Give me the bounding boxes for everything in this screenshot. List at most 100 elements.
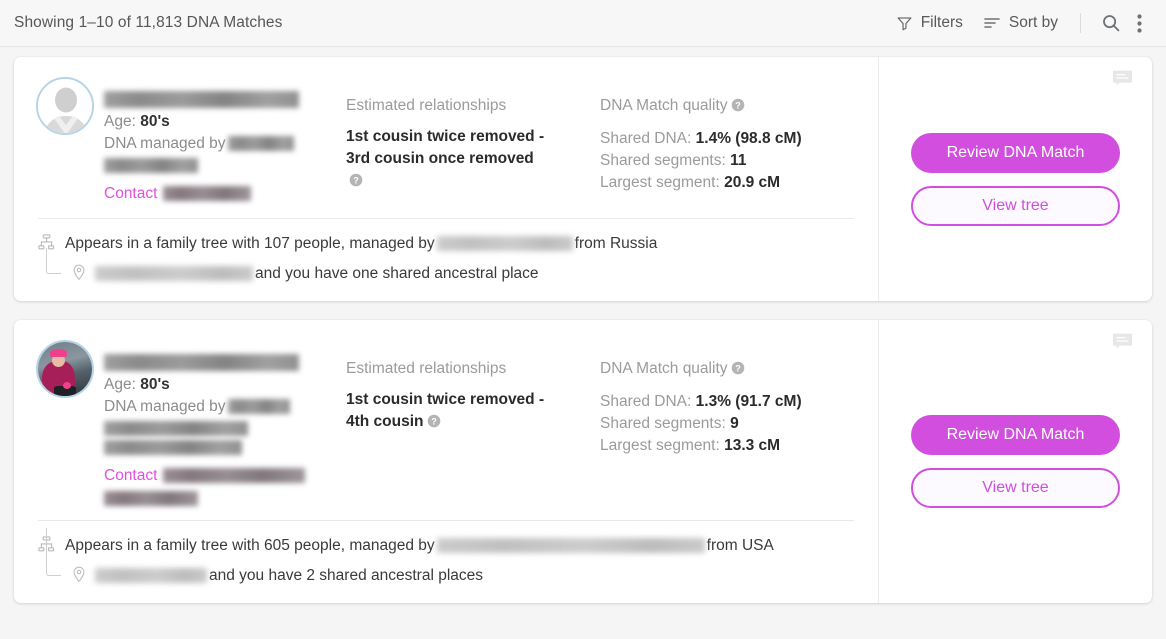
match-identity: Age: 80's DNA managed by Contact (94, 334, 346, 506)
estimated-relationships-label: Estimated relationships (346, 360, 507, 377)
managed-by-label: DNA managed by (104, 135, 226, 152)
tree-connector-line (46, 528, 61, 576)
dna-match-card[interactable]: Age: 80's DNA managed by Contact Estimat… (14, 320, 1152, 603)
family-tree-text: Appears in a family tree with 107 people… (65, 235, 658, 252)
family-tree-info: Appears in a family tree with 605 people… (32, 521, 860, 587)
shared-dna-row: Shared DNA: 1.3% (91.7 cM) (600, 393, 802, 410)
view-tree-button[interactable]: View tree (911, 468, 1120, 508)
svg-text:?: ? (735, 100, 741, 110)
largest-segment-row: Largest segment: 13.3 cM (600, 437, 781, 454)
shared-dna-row: Shared DNA: 1.4% (98.8 cM) (600, 130, 802, 147)
match-name-redacted (104, 354, 299, 371)
avatar-container (32, 334, 94, 506)
quality-help-icon[interactable]: ? (731, 98, 745, 117)
place-name-redacted (95, 568, 207, 584)
message-bubble-icon[interactable] (1112, 69, 1133, 88)
svg-text:?: ? (431, 416, 437, 426)
avatar[interactable] (36, 340, 94, 398)
shared-place-text: and you have 2 shared ancestral places (95, 564, 483, 587)
contact-row: Contact (104, 465, 346, 506)
avatar[interactable] (36, 77, 94, 135)
default-person-silhouette-icon (38, 79, 92, 133)
message-bubble-icon[interactable] (1112, 332, 1133, 351)
more-vertical-icon (1137, 13, 1142, 33)
place-name-redacted (95, 266, 253, 282)
match-age: Age: 80's (104, 113, 170, 130)
shared-segments-value: 9 (730, 415, 739, 432)
shared-segments-row: Shared segments: 11 (600, 152, 747, 169)
match-details: Age: 80's DNA managed by Contact Estimat… (14, 320, 879, 603)
tree-manager-redacted (436, 236, 573, 252)
family-tree-text: Appears in a family tree with 605 people… (65, 537, 774, 554)
shared-place-row: and you have 2 shared ancestral places (38, 528, 860, 587)
search-button[interactable] (1093, 9, 1129, 37)
relationship-value: 1st cousin twice removed - 3rd cousin on… (346, 126, 546, 194)
match-manager: DNA managed by (104, 133, 346, 155)
estimated-relationships-column: Estimated relationships 1st cousin twice… (346, 334, 596, 506)
search-icon (1101, 13, 1121, 33)
largest-segment-value: 20.9 cM (724, 174, 781, 191)
view-tree-button[interactable]: View tree (911, 185, 1120, 226)
review-dna-match-button[interactable]: Review DNA Match (911, 415, 1120, 455)
dna-match-card[interactable]: Age: 80's DNA managed by Contact Estimat… (14, 57, 1152, 301)
dna-match-quality-label: DNA Match quality? (600, 360, 860, 380)
sort-by-button[interactable]: Sort by (973, 10, 1068, 36)
review-dna-match-button[interactable]: Review DNA Match (911, 132, 1120, 173)
contact-name-redacted (163, 468, 306, 484)
toolbar-divider (1080, 13, 1081, 33)
contact-name-redacted-line2 (104, 491, 198, 506)
filters-label: Filters (920, 14, 963, 31)
largest-segment-value: 13.3 cM (724, 437, 781, 454)
dna-matches-list: Age: 80's DNA managed by Contact Estimat… (0, 47, 1166, 603)
shared-dna-value: 1.4% (98.8 cM) (695, 130, 802, 147)
tree-manager-redacted (436, 538, 705, 554)
match-actions: Review DNA Match View tree (879, 320, 1152, 603)
match-name-redacted (104, 91, 299, 108)
match-age: Age: 80's (104, 376, 170, 393)
contact-link[interactable]: Contact (104, 467, 157, 484)
filter-funnel-icon (896, 15, 913, 32)
largest-segment-row: Largest segment: 20.9 cM (600, 174, 781, 191)
match-actions: Review DNA Match View tree (879, 57, 1152, 301)
estimated-relationships-column: Estimated relationships 1st cousin twice… (346, 71, 596, 204)
quality-help-icon[interactable]: ? (731, 361, 745, 380)
contact-row: Contact (104, 183, 346, 204)
action-buttons: Review DNA Match View tree (879, 132, 1152, 226)
relationship-value: 1st cousin twice removed - 4th cousin? (346, 389, 546, 435)
more-options-button[interactable] (1129, 10, 1150, 37)
svg-text:?: ? (353, 175, 359, 185)
tree-connector-line (46, 248, 61, 274)
relationship-help-icon[interactable]: ? (427, 413, 441, 435)
results-toolbar: Showing 1–10 of 11,813 DNA Matches Filte… (0, 0, 1166, 47)
relationship-help-icon[interactable]: ? (349, 172, 363, 194)
manager-name-redacted (227, 399, 290, 415)
family-tree-info: Appears in a family tree with 107 people… (32, 219, 860, 285)
manager-name-redacted-line2 (104, 421, 248, 436)
shared-dna-value: 1.3% (91.7 cM) (695, 393, 802, 410)
match-manager: DNA managed by (104, 396, 346, 418)
shared-segments-row: Shared segments: 9 (600, 415, 739, 432)
contact-name-redacted (163, 186, 252, 202)
user-photo (38, 342, 92, 396)
shared-place-text: and you have one shared ancestral place (95, 262, 539, 285)
filters-button[interactable]: Filters (886, 10, 973, 36)
dna-match-quality-column: DNA Match quality? Shared DNA: 1.4% (98.… (596, 71, 860, 204)
sort-by-label: Sort by (1008, 14, 1058, 31)
location-pin-icon (72, 262, 86, 281)
sort-lines-icon (983, 16, 1001, 30)
contact-link[interactable]: Contact (104, 185, 157, 202)
action-buttons: Review DNA Match View tree (879, 415, 1152, 508)
shared-place-row: and you have one shared ancestral place (38, 248, 860, 285)
toolbar-actions: Filters Sort by (886, 9, 1150, 37)
match-details: Age: 80's DNA managed by Contact Estimat… (14, 57, 879, 301)
dna-match-quality-label: DNA Match quality? (600, 97, 860, 117)
estimated-relationships-label: Estimated relationships (346, 97, 507, 114)
manager-name-redacted-line3 (104, 440, 242, 455)
manager-name-redacted-line2 (104, 158, 198, 173)
avatar-container (32, 71, 94, 204)
match-identity: Age: 80's DNA managed by Contact (94, 71, 346, 204)
location-pin-icon (72, 564, 86, 583)
shared-segments-value: 11 (730, 152, 747, 169)
svg-text:?: ? (735, 363, 741, 373)
dna-match-quality-column: DNA Match quality? Shared DNA: 1.3% (91.… (596, 334, 860, 506)
